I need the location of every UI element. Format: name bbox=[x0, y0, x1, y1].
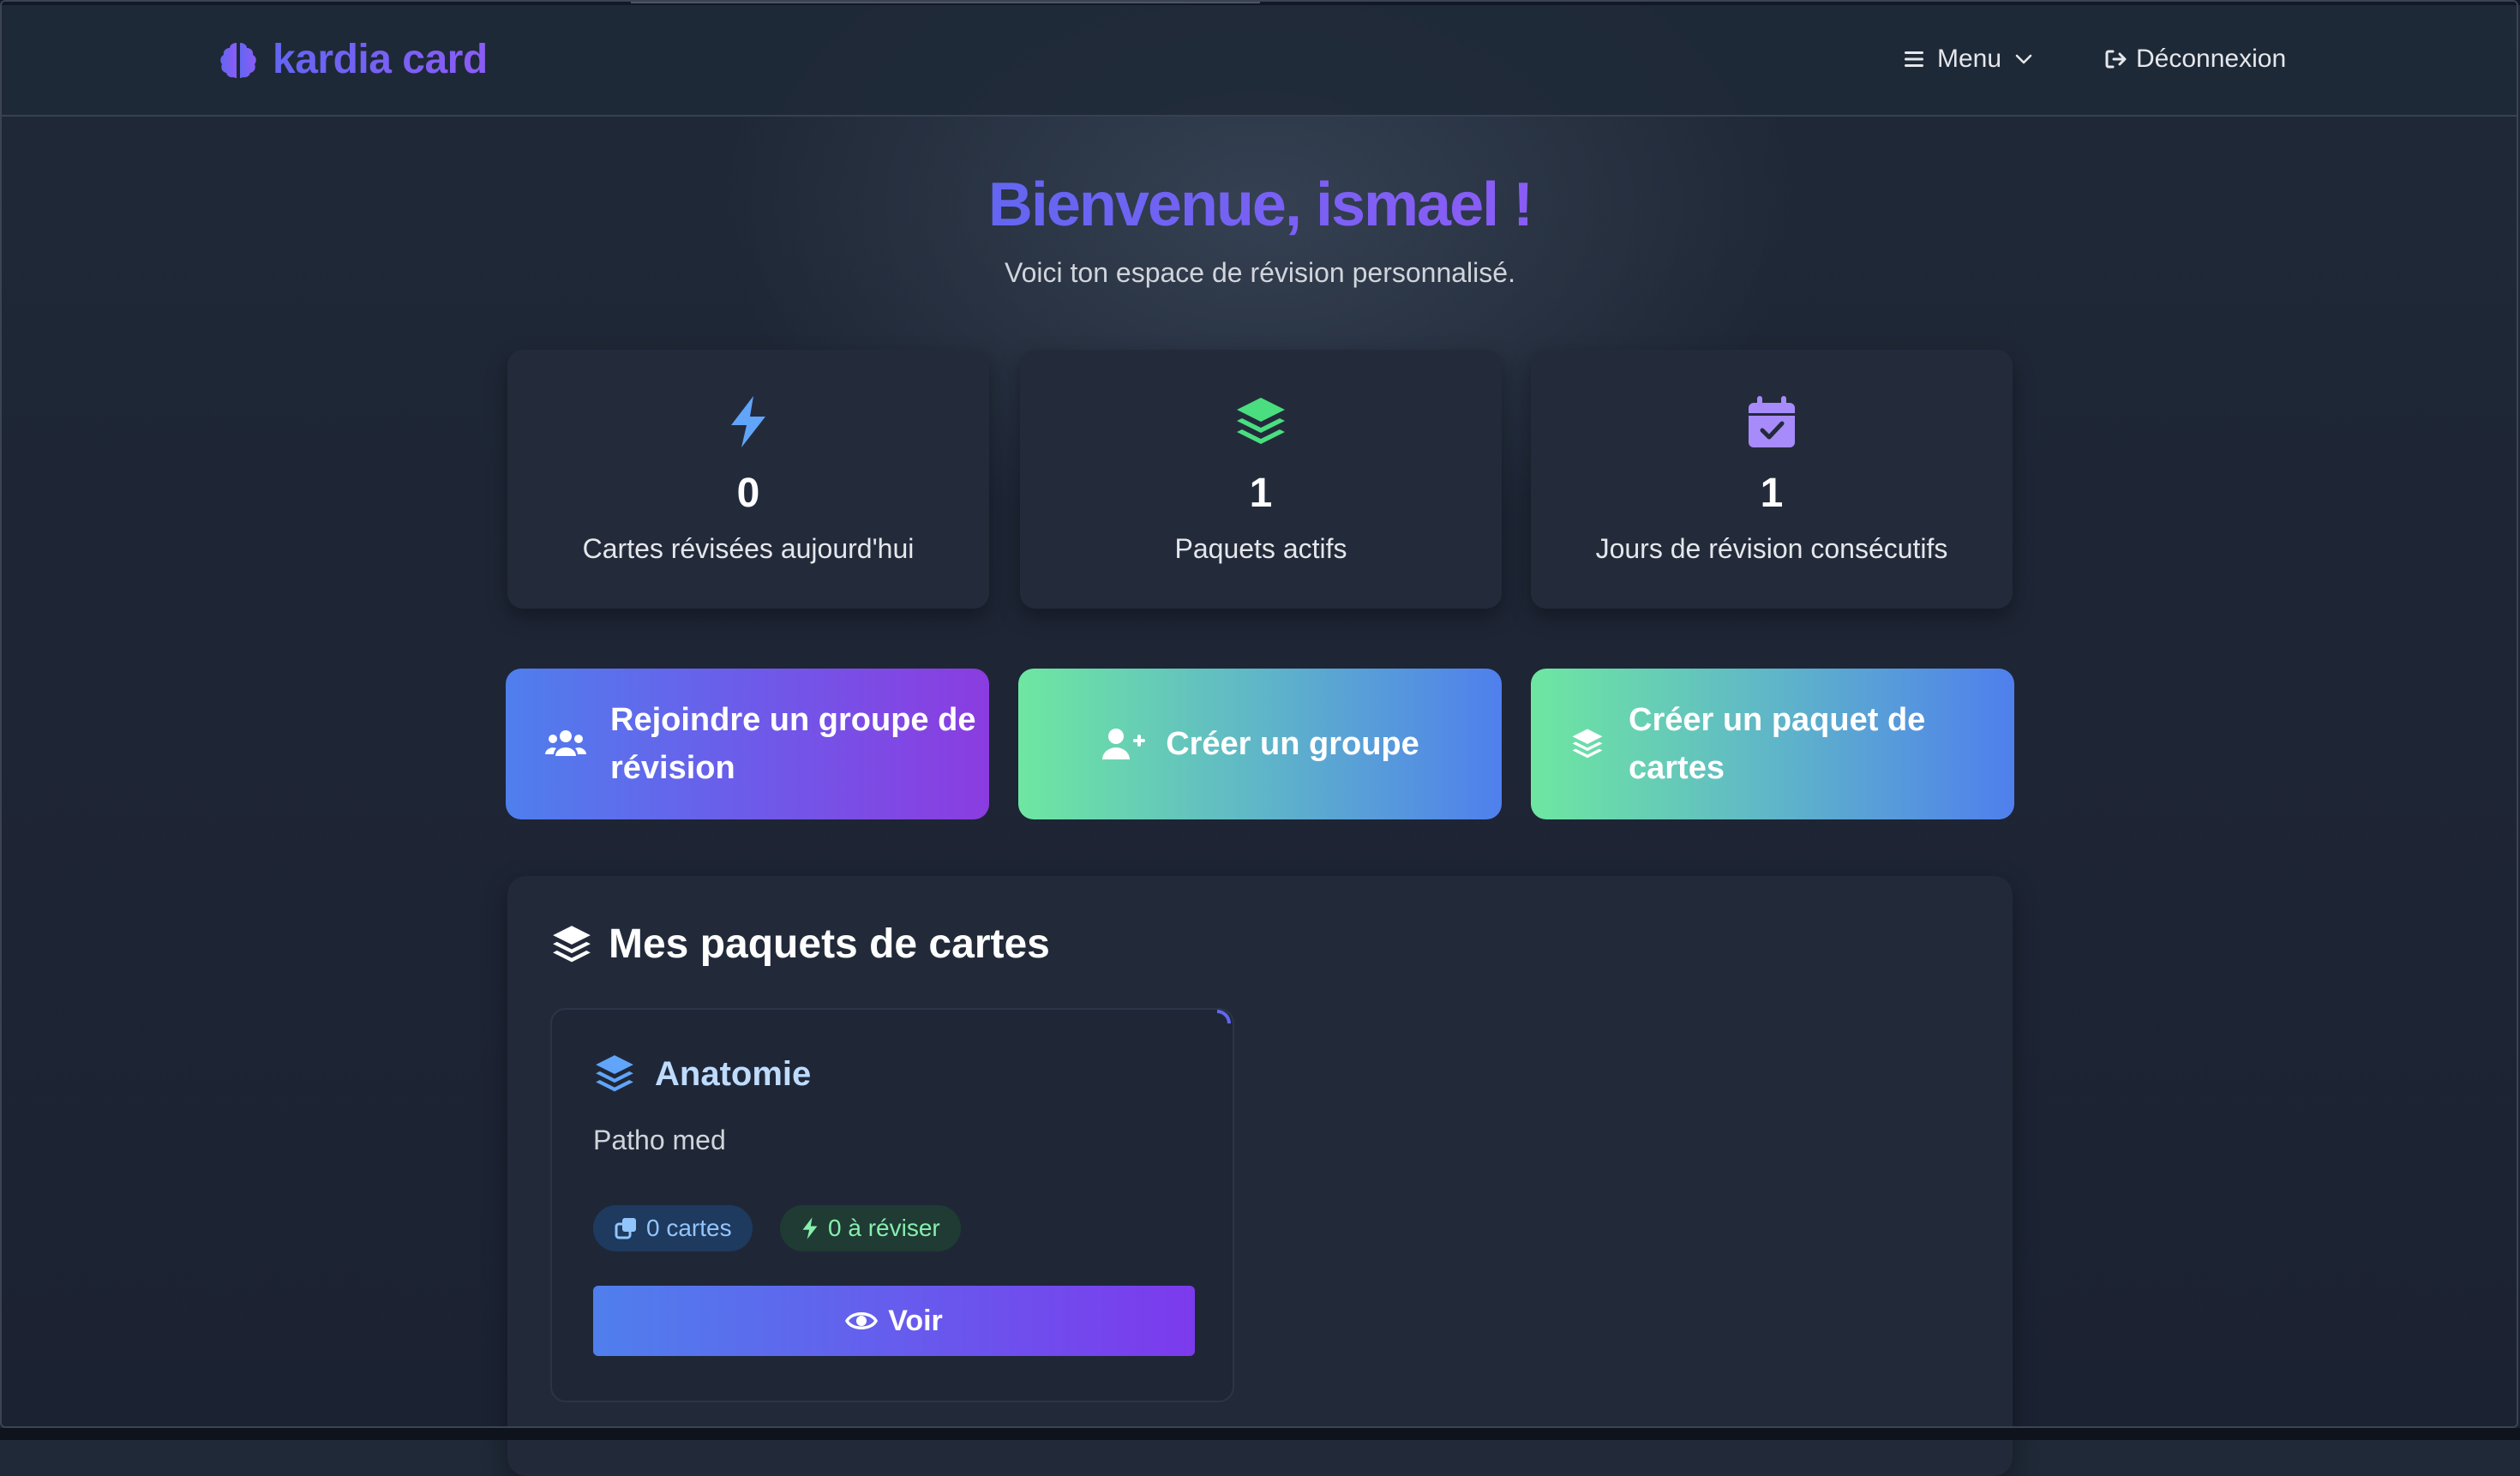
create-deck-button[interactable]: Créer un paquet de cartes bbox=[1531, 669, 2014, 819]
decks-section: Mes paquets de cartes Anatomie Patho med… bbox=[507, 876, 2013, 1476]
tab-indicator bbox=[631, 0, 1260, 3]
stat-value: 1 bbox=[1249, 471, 1273, 516]
join-group-label: Rejoindre un groupe de révision bbox=[610, 702, 976, 786]
view-deck-button[interactable]: Voir bbox=[593, 1286, 1195, 1356]
stat-card-streak: 1 Jours de révision consécutifs bbox=[1531, 350, 2013, 609]
eye-icon bbox=[845, 1312, 879, 1329]
layers-icon bbox=[1572, 729, 1603, 759]
create-group-button[interactable]: Créer un groupe bbox=[1018, 669, 1502, 819]
deck-card-corner-accent bbox=[1217, 1010, 1231, 1023]
create-deck-label: Créer un paquet de cartes bbox=[1629, 702, 1926, 786]
window-bottom-edge bbox=[0, 1428, 2520, 1440]
stat-label: Paquets actifs bbox=[1174, 533, 1347, 564]
page-title: Bienvenue, ismael ! bbox=[987, 171, 1533, 239]
brand-name: kardia card bbox=[273, 37, 488, 82]
navbar: kardia card Menu Déconnexion bbox=[2, 5, 2518, 117]
cards-count-badge: 0 cartes bbox=[593, 1205, 753, 1251]
logout-icon bbox=[2105, 50, 2127, 69]
logout-button[interactable]: Déconnexion bbox=[2103, 45, 2286, 74]
layers-icon bbox=[596, 1055, 633, 1092]
create-group-label: Créer un groupe bbox=[1166, 726, 1419, 762]
layers-icon bbox=[1237, 398, 1285, 444]
join-group-button[interactable]: Rejoindre un groupe de révision bbox=[506, 669, 989, 819]
bolt-icon bbox=[802, 1217, 818, 1239]
layers-icon bbox=[553, 925, 591, 962]
hamburger-icon bbox=[1905, 51, 1923, 67]
page-subtitle: Voici ton espace de révision personnalis… bbox=[1005, 257, 1515, 288]
user-plus-icon bbox=[1102, 729, 1146, 759]
menu-dropdown-button[interactable]: Menu bbox=[1903, 45, 2034, 74]
brain-icon bbox=[220, 42, 256, 78]
logout-label: Déconnexion bbox=[2136, 45, 2287, 73]
stat-card-cards-reviewed: 0 Cartes révisées aujourd'hui bbox=[507, 350, 989, 609]
chevron-down-icon bbox=[2015, 54, 2032, 64]
decks-section-title: Mes paquets de cartes bbox=[550, 921, 1050, 968]
deck-card[interactable]: Anatomie Patho med 0 cartes 0 à réviser … bbox=[550, 1008, 1234, 1402]
stat-label: Cartes révisées aujourd'hui bbox=[582, 533, 915, 564]
stat-value: 0 bbox=[736, 471, 760, 516]
calendar-check-icon bbox=[1749, 396, 1795, 447]
copy-icon bbox=[615, 1218, 636, 1239]
menu-label: Menu bbox=[1937, 45, 2002, 73]
deck-description: Patho med bbox=[593, 1125, 726, 1155]
stat-value: 1 bbox=[1760, 471, 1784, 516]
deck-name: Anatomie bbox=[593, 1053, 811, 1095]
stat-label: Jours de révision consécutifs bbox=[1595, 533, 1948, 564]
users-icon bbox=[545, 730, 586, 756]
stat-card-active-decks: 1 Paquets actifs bbox=[1020, 350, 1502, 609]
brand-logo[interactable]: kardia card bbox=[216, 36, 488, 83]
bolt-icon bbox=[731, 396, 765, 447]
to-review-badge: 0 à réviser bbox=[780, 1205, 961, 1251]
